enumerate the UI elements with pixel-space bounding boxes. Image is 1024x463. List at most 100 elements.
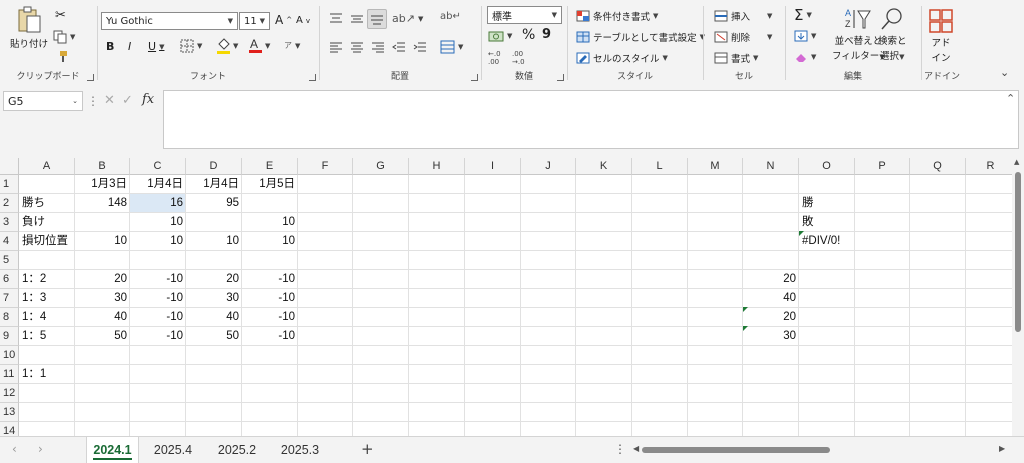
row-header-12[interactable]: 12 <box>0 384 19 403</box>
orientation-button[interactable]: ab↗ ▼ <box>392 12 423 25</box>
column-header-k[interactable]: K <box>576 158 632 175</box>
cell-b6[interactable]: 20 <box>75 270 130 289</box>
decrease-decimal-icon[interactable]: .00 →.0 <box>512 50 525 66</box>
column-header-b[interactable]: B <box>75 158 130 175</box>
format-button[interactable]: 書式 ▼ <box>714 51 758 65</box>
sort-filter-button[interactable]: AZ 並べ替えと フィルター▼ <box>832 6 885 62</box>
column-header-c[interactable]: C <box>130 158 186 175</box>
align-bottom-button[interactable] <box>367 9 387 29</box>
row-header-1[interactable]: 1 <box>0 175 19 194</box>
cell-n8[interactable]: 20 <box>743 308 799 327</box>
percent-button[interactable]: % <box>522 27 535 43</box>
font-color-button[interactable]: A ▼ <box>248 37 270 54</box>
column-header-p[interactable]: P <box>855 158 910 175</box>
delete-button[interactable]: 削除 ▼ <box>714 30 772 44</box>
column-header-g[interactable]: G <box>353 158 409 175</box>
increase-indent-icon[interactable] <box>413 42 427 54</box>
align-top-icon[interactable] <box>329 13 343 25</box>
alignment-launcher[interactable] <box>471 74 478 81</box>
align-center-icon[interactable] <box>350 42 364 54</box>
sheet-tab-0[interactable]: 2024.1 <box>86 437 139 463</box>
column-header-j[interactable]: J <box>521 158 576 175</box>
spreadsheet-grid[interactable]: A B C D E F G H I J K L M N O P Q R 1 2 3 4 5 6 7 8 9 10 11 12 13 14 1月3… <box>0 158 1012 436</box>
align-middle-icon[interactable] <box>350 13 364 25</box>
row-header-2[interactable]: 2 <box>0 194 19 213</box>
cell-a9[interactable]: 1：5 <box>19 327 75 346</box>
italic-button[interactable]: I <box>128 40 131 53</box>
prev-sheet-icon[interactable]: ‹ <box>12 442 17 456</box>
cell-c2[interactable]: 16 <box>130 194 186 213</box>
addins-button[interactable]: アド イン <box>928 8 954 64</box>
cell-d1[interactable]: 1月4日 <box>186 175 242 194</box>
clear-button[interactable]: ▼ <box>794 51 816 63</box>
next-sheet-icon[interactable]: › <box>38 442 43 456</box>
autosum-button[interactable]: Σ ▼ <box>794 6 812 24</box>
vertical-scrollbar[interactable]: ▲ <box>1012 158 1024 436</box>
border-button[interactable]: ▼ <box>180 39 202 53</box>
cell-b8[interactable]: 40 <box>75 308 130 327</box>
cell-c8[interactable]: -10 <box>130 308 186 327</box>
row-header-9[interactable]: 9 <box>0 327 19 346</box>
tab-menu-icon[interactable]: ⋮ <box>614 442 626 456</box>
column-header-l[interactable]: L <box>632 158 688 175</box>
wrap-text-icon[interactable]: ab↵ <box>440 11 461 22</box>
underline-button[interactable]: U ▼ <box>148 40 164 53</box>
row-header-14[interactable]: 14 <box>0 422 19 436</box>
grow-font-button[interactable]: A ^ <box>275 13 292 27</box>
currency-button[interactable]: ▼ <box>488 30 512 42</box>
cell-o2[interactable]: 勝 <box>799 194 855 213</box>
horizontal-scroll-thumb[interactable] <box>642 447 830 453</box>
column-header-e[interactable]: E <box>242 158 298 175</box>
scroll-right-icon[interactable]: ▶ <box>999 444 1005 453</box>
select-all-corner[interactable] <box>0 158 19 175</box>
cell-a7[interactable]: 1：3 <box>19 289 75 308</box>
cell-c3[interactable]: 10 <box>130 213 186 232</box>
cell-e3[interactable]: 10 <box>242 213 298 232</box>
comma-button[interactable]: 9 <box>542 27 551 42</box>
cell-c9[interactable]: -10 <box>130 327 186 346</box>
cut-icon[interactable]: ✂ <box>55 8 66 23</box>
clipboard-launcher[interactable] <box>87 74 94 81</box>
column-header-i[interactable]: I <box>465 158 521 175</box>
cancel-icon[interactable]: ✕ <box>104 93 115 108</box>
row-header-5[interactable]: 5 <box>0 251 19 270</box>
collapse-formula-icon[interactable]: ⌃ <box>1006 92 1015 105</box>
cell-b7[interactable]: 30 <box>75 289 130 308</box>
cell-a11[interactable]: 1：1 <box>19 365 75 384</box>
enter-icon[interactable]: ✓ <box>122 93 133 108</box>
add-sheet-button[interactable]: + <box>361 440 374 458</box>
cell-a4[interactable]: 損切位置 <box>19 232 75 251</box>
merge-button[interactable]: ▼ <box>440 40 463 54</box>
cell-d9[interactable]: 50 <box>186 327 242 346</box>
row-header-10[interactable]: 10 <box>0 346 19 365</box>
cell-a6[interactable]: 1：2 <box>19 270 75 289</box>
column-header-q[interactable]: Q <box>910 158 966 175</box>
cell-style-button[interactable]: セルのスタイル ▼ <box>576 51 668 65</box>
font-launcher[interactable] <box>309 74 316 81</box>
align-right-icon[interactable] <box>371 42 385 54</box>
cell-e9[interactable]: -10 <box>242 327 298 346</box>
cell-c6[interactable]: -10 <box>130 270 186 289</box>
bold-button[interactable]: B <box>106 40 114 53</box>
cell-c7[interactable]: -10 <box>130 289 186 308</box>
formula-input[interactable] <box>163 90 1019 149</box>
shrink-font-button[interactable]: Av <box>296 15 310 26</box>
cell-d4[interactable]: 10 <box>186 232 242 251</box>
row-header-8[interactable]: 8 <box>0 308 19 327</box>
cell-d2[interactable]: 95 <box>186 194 242 213</box>
row-header-6[interactable]: 6 <box>0 270 19 289</box>
align-left-icon[interactable] <box>329 42 343 54</box>
error-indicator-icon[interactable] <box>799 231 804 236</box>
cell-d6[interactable]: 20 <box>186 270 242 289</box>
increase-decimal-icon[interactable]: ←.0.00 <box>488 50 501 66</box>
format-painter-icon[interactable] <box>55 50 68 63</box>
cell-c4[interactable]: 10 <box>130 232 186 251</box>
cell-e4[interactable]: 10 <box>242 232 298 251</box>
table-format-button[interactable]: テーブルとして書式設定▼ <box>576 30 705 44</box>
row-header-4[interactable]: 4 <box>0 232 19 251</box>
cell-b4[interactable]: 10 <box>75 232 130 251</box>
cell-a8[interactable]: 1：4 <box>19 308 75 327</box>
horizontal-scrollbar[interactable] <box>632 445 1014 455</box>
cell-e8[interactable]: -10 <box>242 308 298 327</box>
column-header-a[interactable]: A <box>19 158 75 175</box>
